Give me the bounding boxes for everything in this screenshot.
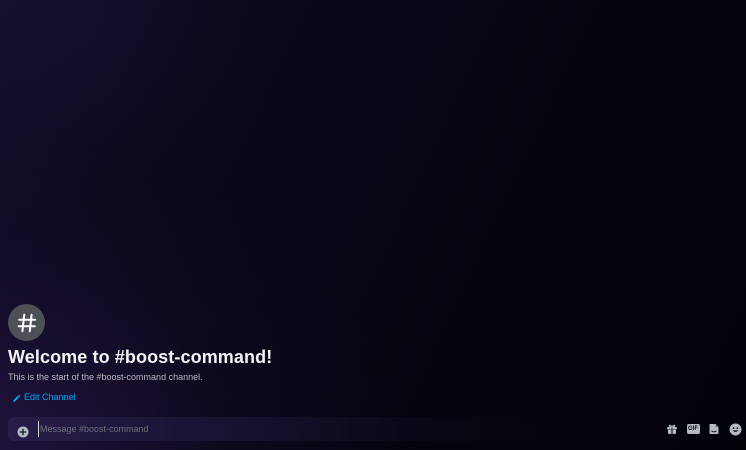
channel-welcome: Welcome to #boost-command! This is the s… [8, 304, 708, 384]
welcome-title: Welcome to #boost-command! [8, 347, 273, 367]
edit-channel-link[interactable]: Edit Channel [12, 388, 76, 407]
pencil-icon [12, 388, 21, 407]
edit-channel-label: Edit Channel [24, 392, 76, 402]
emoji-icon[interactable] [728, 422, 742, 436]
message-composer: GIF [8, 417, 746, 441]
welcome-subtitle: This is the start of the #boost-command … [8, 372, 203, 382]
message-input[interactable] [38, 421, 640, 437]
gif-icon[interactable]: GIF [686, 422, 700, 436]
hashtag-icon [8, 304, 45, 341]
plus-circle-icon[interactable] [17, 423, 29, 438]
gift-icon[interactable] [665, 422, 679, 436]
sticker-icon[interactable] [707, 422, 721, 436]
chat-area: Welcome to #boost-command! This is the s… [0, 0, 746, 450]
